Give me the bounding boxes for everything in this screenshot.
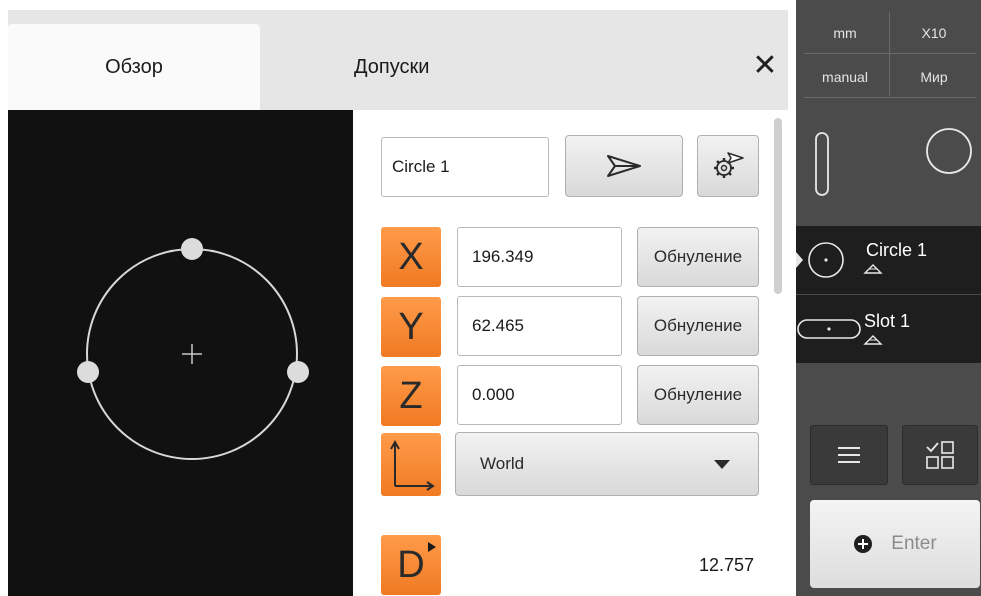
- zoom-toggle[interactable]: X10: [891, 12, 977, 54]
- tab-overview-label: Обзор: [105, 55, 163, 78]
- measure-point-top[interactable]: [181, 238, 203, 260]
- gear-send-icon: [714, 152, 744, 178]
- feature-form-panel: Circle 1 X 196.349 Обнуление Y 62.465 Об…: [353, 110, 788, 596]
- measure-point-left[interactable]: [77, 361, 99, 383]
- z-zero-label: Обнуление: [653, 385, 743, 404]
- geometry-palette: [815, 128, 972, 196]
- y-value-field[interactable]: 62.465: [457, 296, 622, 356]
- axis-z-label: Z: [399, 374, 423, 417]
- menu-button[interactable]: [810, 425, 888, 485]
- mode-toggle[interactable]: manual: [802, 56, 888, 98]
- zoom-label: X10: [921, 25, 947, 41]
- enter-button[interactable]: Enter: [810, 500, 980, 588]
- tab-bar: Обзор Допуски ✕: [8, 10, 788, 110]
- y-value: 62.465: [472, 316, 524, 335]
- z-value: 0.000: [472, 385, 515, 404]
- x-value-field[interactable]: 196.349: [457, 227, 622, 287]
- status-grid: mm X10 manual Мир: [796, 10, 981, 98]
- diameter-value: 12.757: [699, 555, 755, 575]
- app-window: Обзор Допуски ✕ Circle 1 X 196.349 Обнул…: [0, 0, 981, 596]
- close-icon: ✕: [752, 47, 778, 83]
- send-icon: [607, 155, 641, 177]
- tab-tolerances-label: Допуски: [354, 55, 430, 78]
- z-value-field[interactable]: 0.000: [457, 365, 622, 425]
- x-value: 196.349: [472, 247, 534, 266]
- circle-shape-icon[interactable]: [926, 128, 972, 174]
- divider: [804, 53, 976, 54]
- send-button[interactable]: [565, 135, 683, 197]
- axis-x-label: X: [398, 235, 424, 278]
- close-button[interactable]: ✕: [748, 47, 782, 83]
- feature-list-item[interactable]: Slot 1: [796, 295, 981, 363]
- coord-system-select[interactable]: World: [455, 432, 759, 496]
- unit-label: mm: [833, 25, 857, 41]
- z-zero-button[interactable]: Обнуление: [637, 365, 759, 425]
- feature-settings-button[interactable]: [697, 135, 759, 197]
- hamburger-icon: [838, 447, 860, 463]
- right-sidebar: mm X10 manual Мир Circle 1 Slot 1 Enter: [796, 0, 981, 596]
- axis-x-button[interactable]: X: [381, 227, 441, 287]
- axis-d-label: D: [397, 543, 425, 586]
- plus-circle-icon: [854, 535, 873, 553]
- y-zero-label: Обнуление: [653, 316, 743, 335]
- feature-name-input[interactable]: Circle 1: [381, 137, 549, 197]
- feature-label: Circle 1: [866, 240, 928, 260]
- mode-label: manual: [822, 69, 868, 85]
- axis-z-button[interactable]: Z: [381, 366, 441, 426]
- coord-label: Мир: [920, 69, 948, 85]
- chevron-down-icon: [714, 460, 730, 469]
- coord-system-button[interactable]: [381, 433, 441, 496]
- circle-preview-graphic: [77, 238, 309, 460]
- feature-name-value: Circle 1: [392, 157, 450, 176]
- tab-overview[interactable]: Обзор: [8, 24, 260, 110]
- coord-system-value: World: [480, 454, 525, 473]
- axis-y-button[interactable]: Y: [381, 297, 441, 357]
- axis-y-label: Y: [398, 305, 424, 348]
- form-scrollbar[interactable]: [774, 118, 782, 294]
- play-marker-icon: [428, 542, 436, 552]
- slot-shape-icon[interactable]: [815, 132, 829, 196]
- x-zero-button[interactable]: Обнуление: [637, 227, 759, 287]
- coord-toggle[interactable]: Мир: [891, 56, 977, 98]
- divider: [889, 12, 890, 96]
- measure-point-right[interactable]: [287, 361, 309, 383]
- unit-toggle[interactable]: mm: [802, 12, 888, 54]
- divider: [804, 97, 976, 98]
- feature-selection-button[interactable]: [902, 425, 978, 485]
- select-grid-icon: [926, 441, 954, 469]
- feature-list-item[interactable]: Circle 1: [796, 226, 981, 294]
- tab-tolerances[interactable]: Допуски: [298, 24, 498, 110]
- feature-preview: [8, 110, 353, 596]
- feature-label: Slot 1: [864, 311, 911, 331]
- x-zero-label: Обнуление: [653, 247, 743, 266]
- axis-d-button[interactable]: D: [381, 535, 441, 595]
- enter-label: Enter: [891, 533, 937, 554]
- coord-axes-icon: [390, 439, 435, 491]
- y-zero-button[interactable]: Обнуление: [637, 296, 759, 356]
